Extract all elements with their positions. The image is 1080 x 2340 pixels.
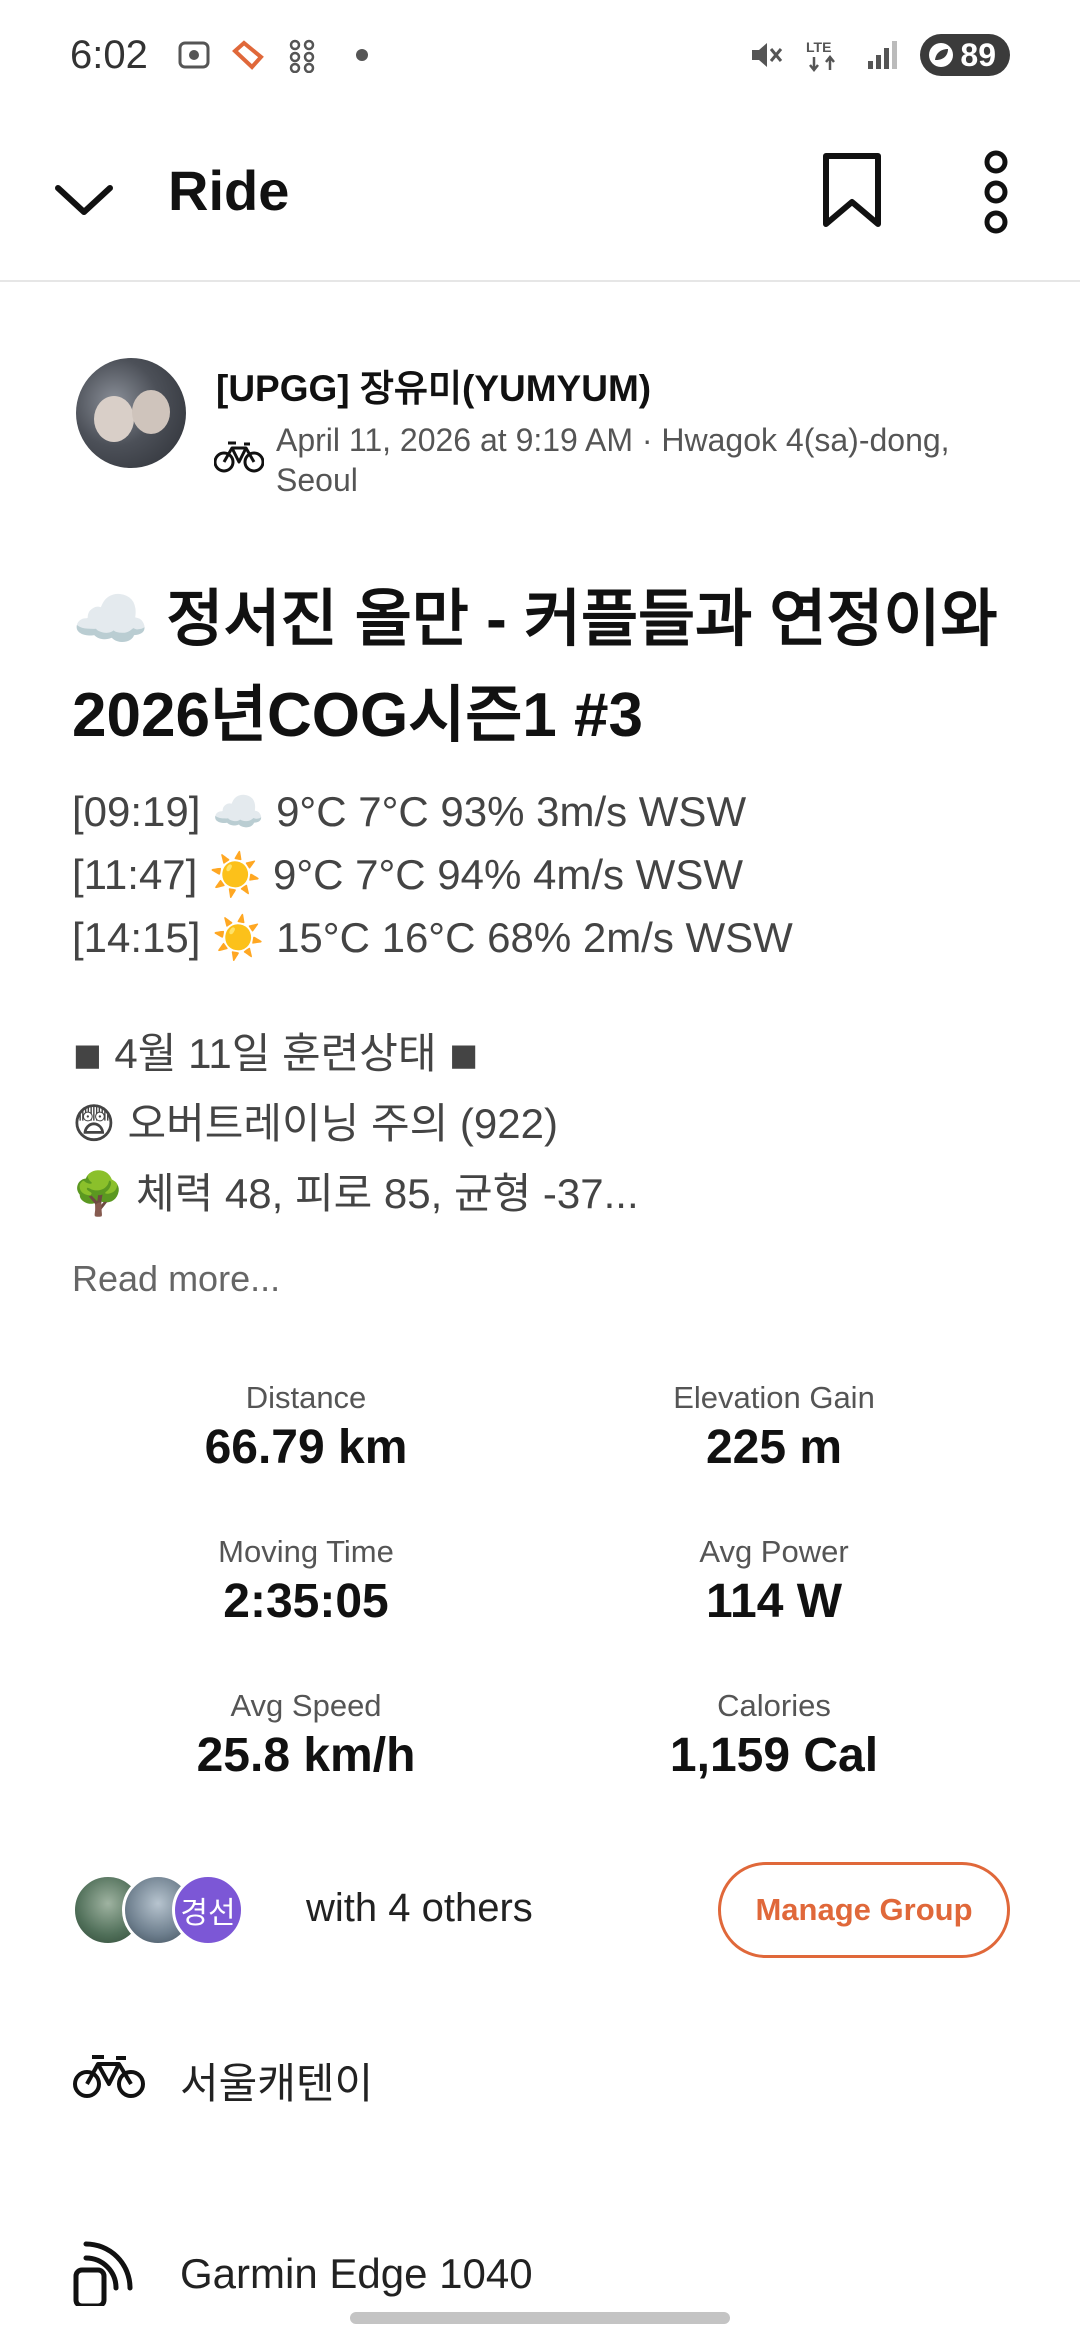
stat-elevation-gain: Elevation Gain 225 m [564, 1376, 984, 1476]
stat-calories: Calories 1,159 Cal [564, 1684, 984, 1784]
training-line: ◾ 4월 11일 훈련상태 ◾ [72, 1030, 479, 1077]
activity-description: [09:19] ☁️ 9°C 7°C 93% 3m/s WSW [11:47] … [72, 780, 1032, 1229]
battery-level: 89 [960, 36, 996, 73]
app-notification-icon [230, 37, 266, 73]
group-activity-row: 경선 with 4 others Manage Group [72, 1862, 1012, 1970]
stat-avg-power: Avg Power 114 W [564, 1530, 984, 1630]
battery-saver-icon [929, 43, 954, 67]
notification-icons [176, 37, 368, 73]
stat-label: Moving Time [218, 1534, 394, 1569]
screenshot-icon [176, 37, 212, 73]
with-others-label[interactable]: with 4 others [306, 1886, 533, 1931]
signal-icon [864, 37, 900, 73]
stat-value: 1,159 Cal [669, 1729, 879, 1782]
activity-date-location: April 11, 2026 at 9:19 AM · Hwagok 4(sa)… [276, 422, 950, 498]
stat-avg-speed: Avg Speed 25.8 km/h [96, 1684, 516, 1784]
manage-group-button[interactable]: Manage Group [718, 1862, 1010, 1958]
stat-value: 114 W [705, 1575, 843, 1628]
bookmark-icon [823, 153, 881, 227]
system-icons: LTE 89 [748, 34, 1010, 76]
stat-value: 225 m [705, 1421, 843, 1474]
gear-bike-row: 서울캐텐이 [72, 2036, 1012, 2116]
stat-label: Elevation Gain [673, 1380, 875, 1415]
stat-label: Avg Speed [230, 1688, 382, 1723]
athlete-avatar[interactable] [76, 358, 186, 468]
read-more-link[interactable]: Read more... [72, 1258, 280, 1300]
app-header: Ride [0, 110, 1080, 282]
gear-device-row: Garmin Edge 1040 [72, 2236, 1012, 2316]
bike-icon [214, 441, 264, 473]
lte-icon: LTE [804, 37, 844, 73]
training-line: 😨 오버트레이닝 주의 (922) [72, 1100, 558, 1147]
weather-line: [09:19] ☁️ 9°C 7°C 93% 3m/s WSW [72, 788, 747, 835]
stat-label: Distance [245, 1380, 367, 1415]
more-notifications-dot [355, 49, 368, 61]
stat-distance: Distance 66.79 km [96, 1376, 516, 1476]
page-title: Ride [168, 159, 290, 222]
bike-icon [73, 2055, 145, 2098]
weather-line: [11:47] ☀️ 9°C 7°C 94% 4m/s WSW [72, 851, 743, 898]
device-icon [73, 2241, 133, 2306]
home-indicator[interactable] [350, 2312, 730, 2324]
stat-value: 66.79 km [204, 1421, 408, 1474]
training-line: 🌳 체력 48, 피로 85, 균형 -37... [72, 1170, 639, 1217]
battery-indicator: 89 [920, 34, 1010, 76]
chevron-down-icon [55, 185, 113, 215]
svg-text:LTE: LTE [806, 39, 831, 55]
stat-label: Calories [717, 1688, 831, 1723]
activity-title: ☁️ 정서진 올만 - 커플들과 연정이와 2026년COG시즌1 #3 [72, 585, 998, 750]
bike-name: 서울캐텐이 [180, 2060, 374, 2107]
athlete-name[interactable]: [UPGG] 장유미(YUMYUM) [216, 358, 651, 412]
stat-label: Avg Power [699, 1534, 849, 1569]
status-time: 6:02 [70, 32, 148, 77]
more-options-button[interactable] [970, 150, 1022, 234]
more-vertical-icon [984, 150, 1008, 234]
device-name: Garmin Edge 1040 [180, 2250, 533, 2297]
stat-value: 25.8 km/h [196, 1729, 416, 1782]
status-bar: 6:02 LTE 89 [0, 0, 1080, 110]
group-member-avatar[interactable]: 경선 [172, 1874, 244, 1946]
collapse-button[interactable] [52, 168, 116, 232]
weather-line: [14:15] ☀️ 15°C 16°C 68% 2m/s WSW [72, 914, 793, 961]
grid-app-icon [284, 37, 320, 73]
stat-moving-time: Moving Time 2:35:05 [96, 1530, 516, 1630]
stat-value: 2:35:05 [223, 1575, 389, 1628]
mute-icon [748, 37, 784, 73]
bookmark-button[interactable] [820, 150, 884, 234]
